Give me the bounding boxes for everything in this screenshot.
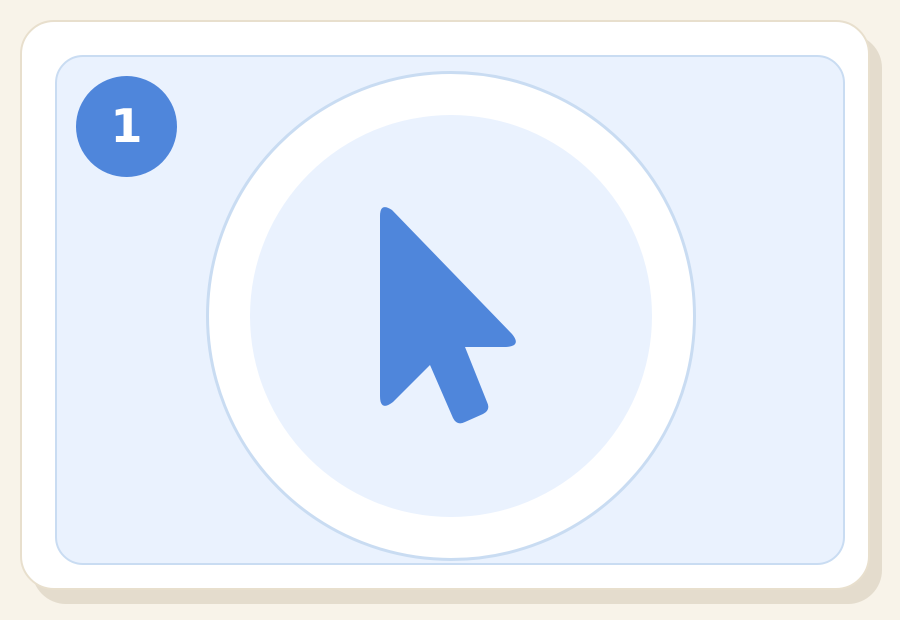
mouse-pointer-arrow-shape (380, 207, 516, 424)
mouse-pointer-icon (380, 207, 516, 424)
step-number-badge: 1 (76, 76, 177, 177)
